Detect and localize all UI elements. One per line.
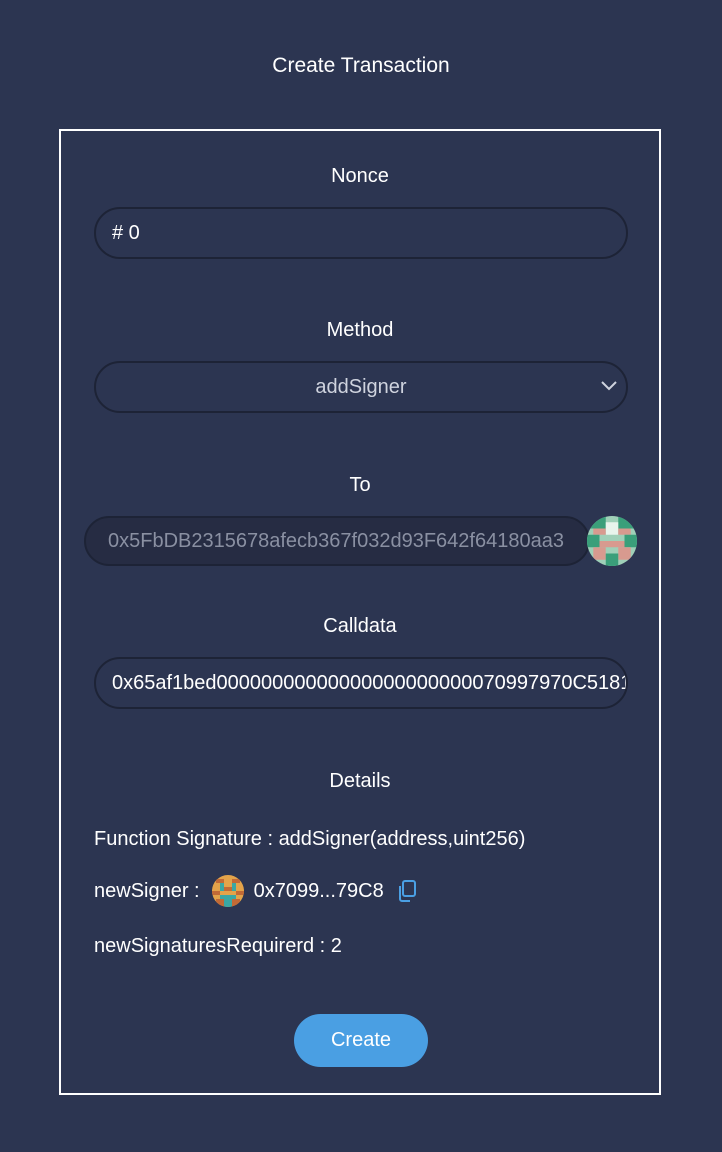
new-signer-label: newSigner :: [94, 880, 200, 902]
to-address-blockie-icon: [587, 516, 637, 566]
nonce-label: Nonce: [331, 165, 389, 187]
copy-icon[interactable]: [396, 879, 418, 903]
create-button[interactable]: Create: [294, 1014, 428, 1067]
new-signatures-required-row: newSignaturesRequirerd : 2: [94, 933, 342, 959]
new-signatures-required-label: newSignaturesRequirerd :: [94, 935, 331, 957]
chevron-down-icon: [601, 381, 617, 391]
new-signer-row: newSigner : 0x7099...79C8: [94, 874, 418, 908]
function-signature-label: Function Signature :: [94, 828, 279, 850]
function-signature-value: addSigner(address,uint256): [278, 828, 526, 850]
method-label: Method: [326, 319, 394, 341]
details-title: Details: [329, 770, 391, 792]
to-address-input[interactable]: 0x5FbDB2315678afecb367f032d93F642f64180a…: [84, 516, 590, 566]
method-select-value: addSigner: [315, 376, 407, 398]
new-signer-address: 0x7099...79C8: [253, 880, 384, 902]
nonce-input[interactable]: # 0: [94, 207, 628, 259]
page-title: Create Transaction: [272, 54, 450, 77]
transaction-form-card: Nonce # 0 Method addSigner To 0x5FbDB231…: [59, 129, 661, 1095]
to-label: To: [349, 474, 371, 496]
method-select[interactable]: addSigner: [94, 361, 628, 413]
calldata-input[interactable]: 0x65af1bed000000000000000000000000709979…: [94, 657, 628, 709]
calldata-label: Calldata: [323, 615, 397, 637]
new-signatures-required-value: 2: [330, 935, 342, 957]
function-signature-row: Function Signature : addSigner(address,u…: [94, 826, 525, 852]
new-signer-blockie-icon: [211, 875, 244, 907]
